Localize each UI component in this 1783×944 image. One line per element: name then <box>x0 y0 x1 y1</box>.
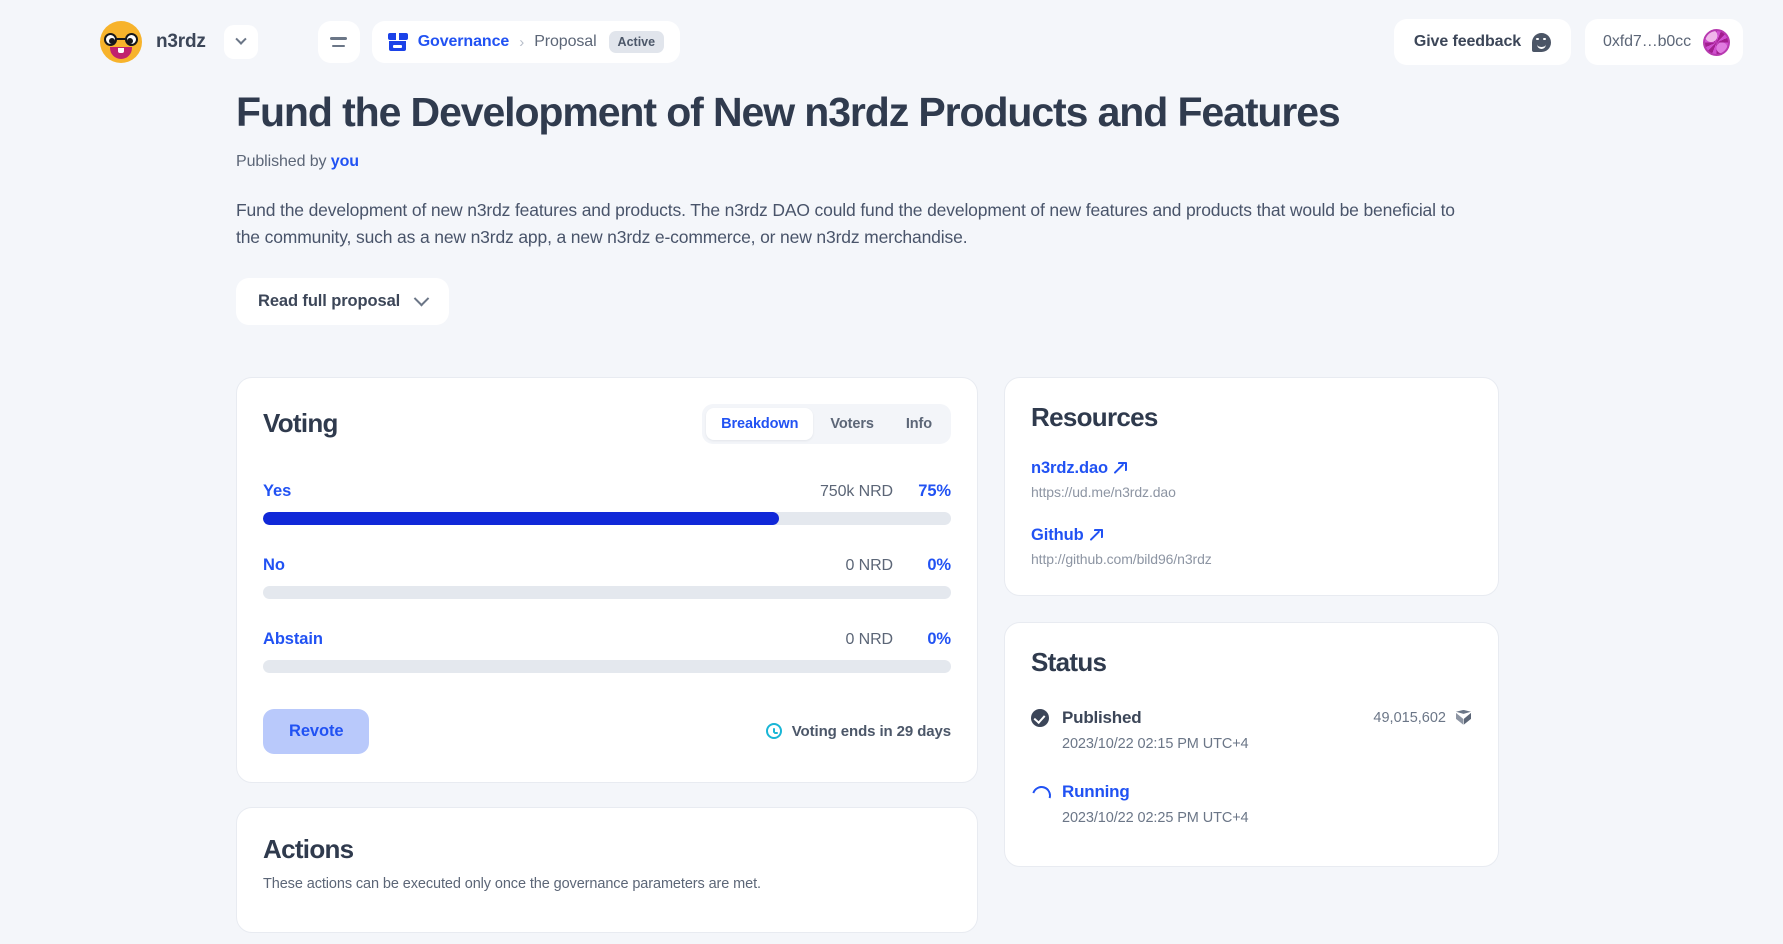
proposal-summary: Fund the development of new n3rdz featur… <box>236 199 1455 248</box>
resource-link[interactable]: n3rdz.dao <box>1031 458 1128 478</box>
hamburger-menu-icon[interactable] <box>317 21 360 63</box>
resource-link-label: n3rdz.dao <box>1031 458 1109 477</box>
status-item-name: Running <box>1062 781 1130 801</box>
vote-option-amount: 0 NRD <box>845 556 893 574</box>
nerd-face-emoji-icon <box>100 21 142 63</box>
brand-name: n3rdz <box>156 31 206 52</box>
actions-title: Actions <box>263 833 354 864</box>
smiley-chat-icon <box>1532 32 1552 52</box>
status-badge: Active <box>608 31 665 53</box>
vote-progress-track <box>263 585 951 599</box>
status-block-meta: 49,015,602 <box>1373 709 1472 726</box>
wallet-address-button[interactable]: 0xfd7…b0cc <box>1585 19 1743 65</box>
cube-icon <box>1455 709 1472 726</box>
vote-option-label: Yes <box>263 481 292 500</box>
governance-box-icon <box>387 32 408 52</box>
resource-item: Github http://github.com/bild96/n3rdz <box>1031 526 1472 567</box>
tab-breakdown[interactable]: Breakdown <box>706 407 814 440</box>
external-link-arrow-icon <box>1091 528 1103 541</box>
brand-switcher-button[interactable] <box>223 25 258 59</box>
status-item-time: 2023/10/22 02:15 PM UTC+4 <box>1062 735 1249 752</box>
spinner-icon <box>1031 783 1049 801</box>
give-feedback-button[interactable]: Give feedback <box>1393 19 1572 65</box>
breadcrumb-governance-link[interactable]: Governance <box>418 33 510 51</box>
resource-item: n3rdz.dao https://ud.me/n3rdz.dao <box>1031 459 1472 500</box>
vote-row-no: No 0 NRD 0% <box>263 556 951 599</box>
voting-card: Voting Breakdown Voters Info Yes 750k NR… <box>236 376 978 783</box>
chevron-down-icon <box>413 290 430 307</box>
voting-header: Voting Breakdown Voters Info <box>263 403 951 444</box>
page-content: Fund the Development of New n3rdz Produc… <box>0 89 1783 933</box>
status-title: Status <box>1031 646 1107 677</box>
breadcrumb: Governance › Proposal Active <box>371 21 681 63</box>
content-columns: Voting Breakdown Voters Info Yes 750k NR… <box>236 376 1743 933</box>
resource-link[interactable]: Github <box>1031 525 1103 545</box>
published-author-link[interactable]: you <box>331 153 359 170</box>
vote-option-percent: 0% <box>927 629 951 648</box>
read-full-proposal-button[interactable]: Read full proposal <box>236 277 450 325</box>
check-circle-icon <box>1031 708 1049 727</box>
voting-footer: Revote Voting ends in 29 days <box>263 708 951 754</box>
vote-progress-track <box>263 511 951 525</box>
tab-voters[interactable]: Voters <box>815 408 888 440</box>
wallet-identicon-avatar <box>1703 28 1730 56</box>
vote-option-amount: 750k NRD <box>819 482 893 500</box>
published-by-label: Published by <box>236 152 327 170</box>
chevron-right-icon: › <box>519 33 525 51</box>
top-bar-right: Give feedback 0xfd7…b0cc <box>1393 19 1743 65</box>
vote-row-abstain: Abstain 0 NRD 0% <box>263 630 951 673</box>
published-by: Published by you <box>236 153 1743 171</box>
vote-option-amount: 0 NRD <box>845 630 893 648</box>
give-feedback-label: Give feedback <box>1413 33 1522 50</box>
vote-option-label: Abstain <box>263 629 323 648</box>
status-item-published: Published 49,015,602 2023/10/22 02:15 PM… <box>1031 708 1472 752</box>
vote-progress-track <box>263 659 951 673</box>
voting-title: Voting <box>263 408 338 439</box>
nav-pill-group: Governance › Proposal Active <box>317 21 681 63</box>
vote-breakdown-rows: Yes 750k NRD 75% No 0 NRD 0% Abstain 0 N… <box>263 482 951 673</box>
revote-button[interactable]: Revote <box>263 708 370 754</box>
vote-row-yes: Yes 750k NRD 75% <box>263 482 951 525</box>
status-card: Status Published 49,015,602 2023/10/22 0… <box>1004 621 1499 867</box>
actions-card: Actions These actions can be executed on… <box>236 806 978 933</box>
wallet-address-label: 0xfd7…b0cc <box>1603 33 1691 50</box>
voting-ends-label: Voting ends in 29 days <box>791 722 951 740</box>
read-full-proposal-label: Read full proposal <box>258 291 401 310</box>
clock-icon <box>765 723 782 740</box>
vote-progress-fill <box>263 511 779 525</box>
status-item-running: Running 2023/10/22 02:25 PM UTC+4 <box>1031 782 1472 826</box>
voting-ends-info: Voting ends in 29 days <box>765 722 951 740</box>
status-item-name: Published <box>1062 707 1142 727</box>
resource-link-label: Github <box>1031 525 1084 544</box>
actions-subtitle: These actions can be executed only once … <box>263 875 761 892</box>
main-column: Voting Breakdown Voters Info Yes 750k NR… <box>236 376 978 933</box>
status-item-time: 2023/10/22 02:25 PM UTC+4 <box>1062 809 1249 826</box>
resources-title: Resources <box>1031 401 1158 432</box>
top-bar: n3rdz Governance › Proposal Active Give … <box>0 0 1783 84</box>
breadcrumb-current: Proposal <box>534 33 597 50</box>
voting-tabs: Breakdown Voters Info <box>702 403 951 444</box>
vote-option-label: No <box>263 555 285 574</box>
vote-option-percent: 0% <box>927 555 951 574</box>
page-title: Fund the Development of New n3rdz Produc… <box>236 89 1341 135</box>
side-column: Resources n3rdz.dao https://ud.me/n3rdz.… <box>1004 376 1499 867</box>
resource-url: https://ud.me/n3rdz.dao <box>1031 483 1176 500</box>
resource-url: http://github.com/bild96/n3rdz <box>1031 550 1212 567</box>
external-link-arrow-icon <box>1115 461 1128 474</box>
status-block-number: 49,015,602 <box>1373 709 1446 726</box>
resources-card: Resources n3rdz.dao https://ud.me/n3rdz.… <box>1004 376 1499 596</box>
chevron-down-icon <box>235 33 247 45</box>
tab-info[interactable]: Info <box>891 408 947 440</box>
brand: n3rdz <box>100 21 258 63</box>
vote-option-percent: 75% <box>918 481 951 500</box>
